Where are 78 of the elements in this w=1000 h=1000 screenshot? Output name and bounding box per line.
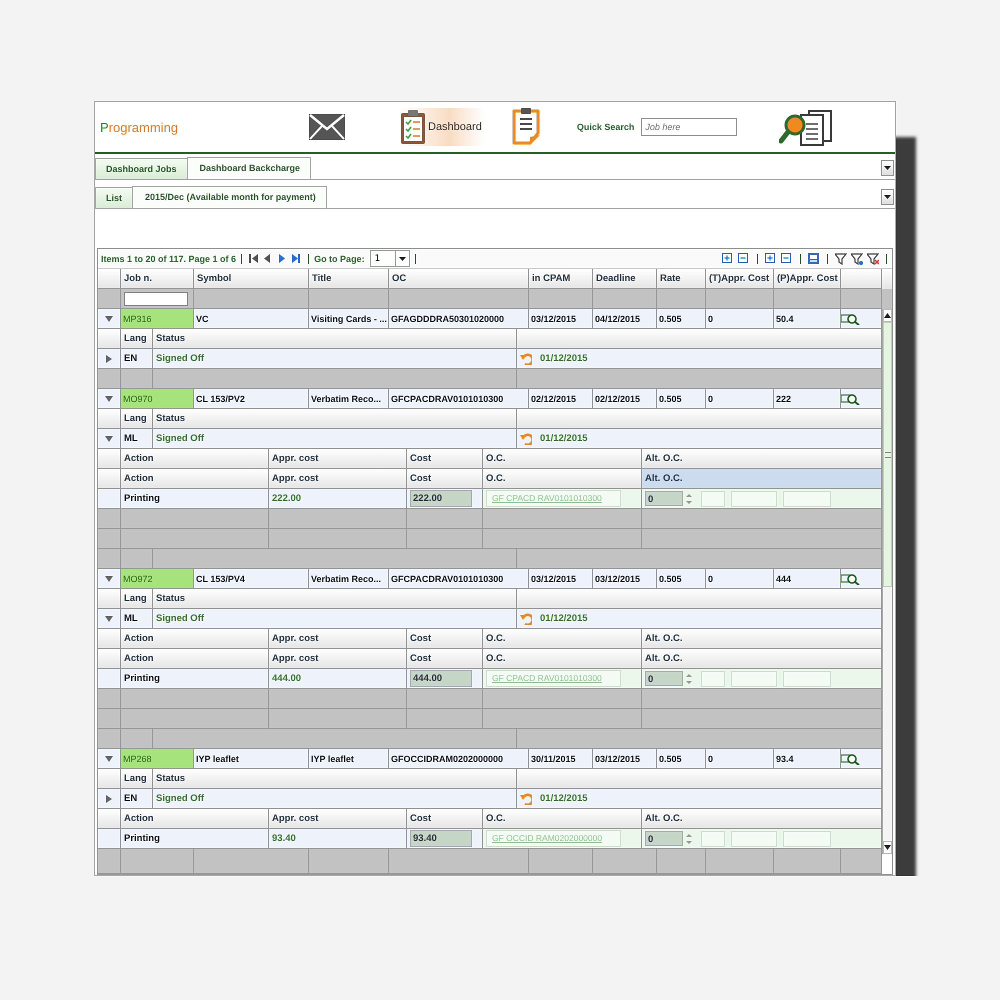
dropdown-button[interactable]: [881, 160, 894, 176]
tab[interactable]: List: [95, 187, 134, 208]
clipboard-icon: [510, 107, 543, 147]
next-page-icon[interactable]: [277, 253, 288, 264]
tab[interactable]: 2015/Dec (Available month for payment): [132, 186, 327, 208]
search-field[interactable]: Job here: [641, 118, 738, 136]
magnifier-icon[interactable]: [841, 312, 860, 324]
scroll-up-icon[interactable]: [884, 313, 891, 318]
mail-button[interactable]: [309, 114, 345, 140]
undo-icon: [520, 352, 532, 364]
undo-icon: [520, 432, 532, 444]
expand-arrow-icon[interactable]: [105, 434, 113, 442]
report-button[interactable]: [510, 107, 543, 147]
cost-field[interactable]: 444.00: [410, 670, 472, 687]
clipboard-icon: [400, 109, 426, 145]
collapse-all-icon[interactable]: [781, 252, 793, 264]
expand-arrow-icon[interactable]: [105, 574, 113, 582]
blank-field[interactable]: [731, 830, 777, 846]
expand-all-icon[interactable]: [765, 252, 777, 264]
column-header[interactable]: Alt. O.C.: [642, 469, 882, 489]
cost-field[interactable]: 222.00: [410, 490, 472, 507]
caret-icon: [884, 195, 891, 199]
spinner-arrows-icon: [685, 672, 693, 686]
date-text: 01/12/2015: [540, 613, 588, 624]
blank-field[interactable]: [701, 490, 725, 506]
date-text: 01/12/2015: [540, 793, 588, 804]
blank-field[interactable]: [701, 670, 725, 686]
pager-info: Items 1 to 20 of 117. Page 1 of 6: [101, 254, 236, 264]
quick-search-label: Quick Search: [576, 122, 634, 132]
job-number-cell: MP316: [121, 309, 194, 329]
job-number-cell: MP268: [121, 749, 194, 769]
magnifier-icon[interactable]: [841, 752, 860, 764]
blank-field[interactable]: [783, 670, 831, 686]
filter-field[interactable]: [124, 292, 188, 306]
dropdown-button[interactable]: [881, 189, 894, 205]
job-number-cell: MO972: [121, 569, 194, 589]
document-search-icon: [779, 108, 834, 146]
spinner-arrows-icon: [685, 492, 693, 506]
expand-arrow-icon[interactable]: [105, 354, 113, 362]
page-dropdown[interactable]: 1: [370, 250, 410, 267]
blank-field[interactable]: [731, 490, 777, 506]
export-icon[interactable]: [808, 252, 820, 264]
blank-field[interactable]: [783, 490, 831, 506]
scroll-down-icon[interactable]: [884, 845, 891, 850]
clear-filter-icon[interactable]: [867, 252, 879, 264]
go-to-page-label: Go to Page:: [314, 254, 365, 264]
expand-arrow-icon[interactable]: [105, 794, 113, 802]
advanced-search-button[interactable]: [779, 108, 834, 146]
blank-field[interactable]: [701, 830, 725, 846]
magnifier-icon[interactable]: [841, 392, 860, 404]
app-logo: Programming: [100, 120, 180, 134]
expand-arrow-icon[interactable]: [105, 614, 113, 622]
envelope-icon: [309, 114, 345, 140]
blank-field[interactable]: [731, 670, 777, 686]
magnifier-icon[interactable]: [841, 572, 860, 584]
expand-arrow-icon[interactable]: [105, 754, 113, 762]
caret-icon: [884, 166, 891, 170]
spinner-arrows-icon: [685, 832, 693, 846]
undo-icon: [520, 792, 532, 804]
expand-arrow-icon[interactable]: [105, 314, 113, 322]
cost-field[interactable]: 93.40: [410, 830, 472, 847]
date-text: 01/12/2015: [540, 353, 588, 364]
caret-icon: [398, 256, 406, 260]
last-page-icon[interactable]: [291, 253, 302, 264]
dashboard-button[interactable]: Dashboard: [398, 108, 484, 146]
tab[interactable]: Dashboard Backcharge: [186, 157, 312, 179]
undo-icon: [520, 612, 532, 624]
date-text: 01/12/2015: [540, 433, 588, 444]
blank-field[interactable]: [783, 830, 831, 846]
expand-arrow-icon[interactable]: [105, 394, 113, 402]
job-number-cell: MO970: [121, 389, 194, 409]
first-page-icon[interactable]: [249, 253, 260, 264]
tab[interactable]: Dashboard Jobs: [95, 158, 188, 179]
filter-icon[interactable]: [851, 252, 863, 264]
collapse-all-icon[interactable]: [738, 252, 750, 264]
scrollbar[interactable]: [882, 309, 892, 854]
filter-icon[interactable]: [835, 252, 847, 264]
expand-all-icon[interactable]: [722, 252, 734, 264]
